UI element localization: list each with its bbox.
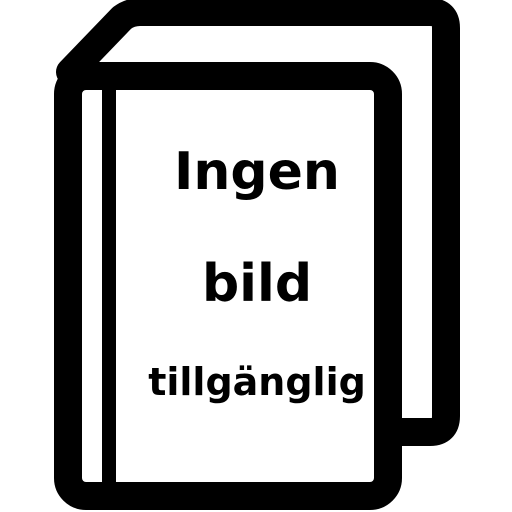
message-line-1: Ingen [174,142,340,202]
message-line-2: bild [201,254,313,314]
message-line-3: tillgänglig [148,360,366,404]
no-image-placeholder: Ingen bild tillgänglig [0,0,512,512]
